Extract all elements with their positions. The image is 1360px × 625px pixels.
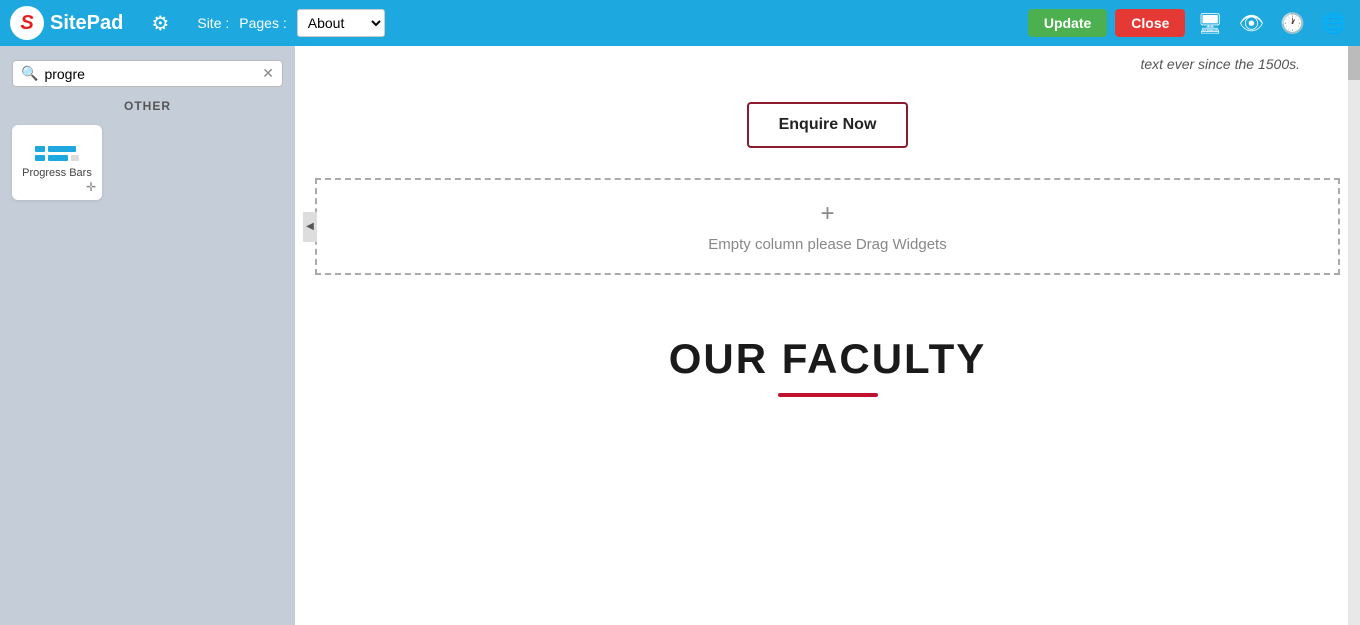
progress-bars-label: Progress Bars bbox=[22, 167, 92, 179]
logo-icon: S bbox=[10, 6, 44, 40]
progress-bars-widget[interactable]: Progress Bars ✛ bbox=[12, 125, 102, 200]
gear-icon[interactable]: ⚙ bbox=[143, 6, 177, 40]
search-icon: 🔍 bbox=[21, 65, 38, 82]
eye-icon[interactable]: 👁 bbox=[1235, 7, 1268, 40]
other-section-label: OTHER bbox=[12, 99, 283, 113]
update-button[interactable]: Update bbox=[1028, 9, 1107, 37]
scroll-handle[interactable] bbox=[1348, 46, 1360, 80]
faculty-section: OUR FACULTY bbox=[295, 275, 1360, 427]
widget-grid: Progress Bars ✛ bbox=[12, 125, 283, 200]
collapse-tab[interactable]: ◀ bbox=[303, 212, 317, 242]
main-area: 🔍 ✕ OTHER bbox=[0, 46, 1360, 625]
logo-area: S SitePad bbox=[10, 6, 123, 40]
sitemap-icon[interactable]: 🌐 bbox=[1317, 7, 1350, 40]
content-area: text ever since the 1500s. Enquire Now ◀… bbox=[295, 46, 1360, 625]
monitor-icon[interactable]: 🖥 bbox=[1193, 7, 1226, 40]
pages-select[interactable]: About Home Contact Services bbox=[297, 9, 385, 37]
history-icon[interactable]: 🕐 bbox=[1276, 7, 1309, 40]
pages-label: Pages : bbox=[239, 15, 286, 31]
progress-bars-icon bbox=[35, 146, 79, 161]
move-cursor-icon: ✛ bbox=[86, 180, 96, 194]
search-input[interactable] bbox=[44, 66, 256, 82]
topbar: S SitePad ⚙ Site : Pages : About Home Co… bbox=[0, 0, 1360, 46]
empty-column-section[interactable]: ◀ + Empty column please Drag Widgets bbox=[315, 178, 1340, 275]
enquire-section: Enquire Now bbox=[295, 82, 1360, 178]
faculty-title: OUR FACULTY bbox=[325, 335, 1330, 383]
enquire-button[interactable]: Enquire Now bbox=[747, 102, 909, 148]
empty-column-text: Empty column please Drag Widgets bbox=[708, 236, 946, 253]
clear-icon[interactable]: ✕ bbox=[262, 65, 274, 82]
empty-plus-icon: + bbox=[820, 200, 834, 228]
search-box: 🔍 ✕ bbox=[12, 60, 283, 87]
faculty-underline bbox=[778, 393, 878, 397]
sidebar: 🔍 ✕ OTHER bbox=[0, 46, 295, 625]
content-top-text: text ever since the 1500s. bbox=[295, 46, 1360, 82]
site-label: Site : bbox=[197, 15, 229, 31]
close-button[interactable]: Close bbox=[1115, 9, 1185, 37]
scrollbar[interactable] bbox=[1348, 46, 1360, 625]
logo-text: SitePad bbox=[50, 12, 123, 35]
topbar-right: Update Close 🖥 👁 🕐 🌐 bbox=[1028, 7, 1350, 40]
